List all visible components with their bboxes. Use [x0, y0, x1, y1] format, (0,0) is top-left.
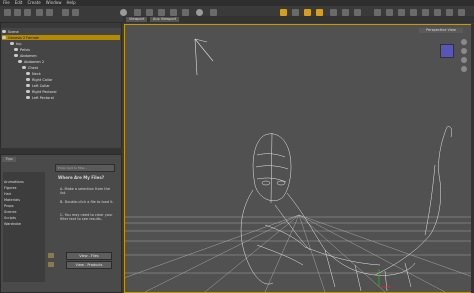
node-select-icon[interactable]: [292, 9, 299, 16]
list-item[interactable]: Props: [4, 204, 14, 208]
frame-icon[interactable]: [330, 9, 337, 16]
folder-icon: [48, 253, 54, 258]
orbit-icon[interactable]: [461, 48, 467, 54]
reset-view-icon[interactable]: [461, 66, 467, 72]
visibility-eye-icon[interactable]: [14, 48, 18, 51]
pan-icon[interactable]: [461, 57, 467, 63]
view-files-button[interactable]: View - Files: [66, 252, 112, 260]
joint-icon[interactable]: [354, 9, 361, 16]
pointer-icon[interactable]: [304, 9, 311, 16]
search-placeholder: Enter text to filter...: [58, 166, 88, 170]
list-item[interactable]: Scenes: [4, 210, 17, 214]
ground-grid: [125, 214, 473, 292]
list-item[interactable]: Scripts: [4, 216, 16, 220]
active-pose-icon[interactable]: [280, 9, 287, 16]
scene-row[interactable]: Scene: [2, 29, 120, 34]
viewport-scene: [125, 38, 473, 292]
surface-icon[interactable]: [342, 9, 349, 16]
visibility-eye-icon[interactable]: [26, 78, 30, 81]
geometry-tool-icon[interactable]: [210, 9, 217, 16]
products-icon: [48, 262, 54, 267]
scene-row[interactable]: Abdomen: [14, 53, 132, 58]
visibility-eye-icon[interactable]: [26, 72, 30, 75]
scale-tool-icon[interactable]: [158, 9, 165, 16]
search-input[interactable]: Enter text to filter...: [55, 164, 115, 172]
scene-row[interactable]: Pelvis: [14, 47, 132, 52]
pose-tool-icon[interactable]: [120, 9, 127, 16]
light-tool-icon[interactable]: [196, 9, 203, 16]
zoom-tool-icon[interactable]: [386, 9, 393, 16]
rotate-tool-icon[interactable]: [134, 9, 141, 16]
library-hint-heading: Where Are My Files?: [58, 175, 105, 180]
target-icon[interactable]: [316, 9, 323, 16]
library-hint-step-c: C. You may need to clear your filter tex…: [60, 213, 113, 221]
render-icon[interactable]: [72, 9, 79, 16]
zoom-icon[interactable]: [461, 39, 467, 45]
camera-selector[interactable]: Perspective View: [419, 28, 463, 33]
scene-pane-header: [1, 23, 121, 28]
visibility-eye-icon[interactable]: [10, 42, 14, 45]
visibility-eye-icon[interactable]: [18, 60, 22, 63]
redo-icon[interactable]: [46, 9, 53, 16]
library-hint-step-b: B. Double-click a file to load it.: [60, 200, 114, 204]
orbit-tool-icon[interactable]: [398, 9, 405, 16]
library-hint-step-a: A. Make a selection from the list.: [60, 187, 110, 195]
visibility-eye-icon[interactable]: [26, 90, 30, 93]
open-icon[interactable]: [14, 9, 21, 16]
visibility-eye-icon[interactable]: [14, 54, 18, 57]
view-products-button[interactable]: View - Products: [66, 261, 112, 269]
list-item[interactable]: Animations: [4, 180, 24, 184]
save-icon[interactable]: [24, 9, 31, 16]
scene-row[interactable]: hip: [10, 41, 128, 46]
list-item[interactable]: Wardrobe: [4, 222, 21, 226]
visibility-eye-icon[interactable]: [26, 84, 30, 87]
list-item[interactable]: Figures: [4, 186, 17, 190]
scene-row[interactable]: Chest: [22, 65, 140, 70]
dolly-tool-icon[interactable]: [422, 9, 429, 16]
tab-tips[interactable]: Tips: [2, 157, 16, 162]
spot-render-icon[interactable]: [434, 9, 441, 16]
scene-row[interactable]: Abdomen 2: [18, 59, 136, 64]
pan-tool-icon[interactable]: [410, 9, 417, 16]
figure-wireframe[interactable]: [240, 126, 453, 292]
render-settings-icon[interactable]: [62, 9, 69, 16]
visibility-eye-icon[interactable]: [2, 36, 6, 39]
export-icon[interactable]: [458, 9, 465, 16]
list-item[interactable]: Hair: [4, 192, 11, 196]
tab-viewport[interactable]: Viewport: [126, 17, 148, 22]
new-scene-icon[interactable]: [4, 9, 11, 16]
tab-aux-viewport[interactable]: Aux Viewport: [150, 17, 180, 22]
list-item[interactable]: Materials: [4, 198, 20, 202]
visibility-eye-icon[interactable]: [26, 96, 30, 99]
view-tool-icon[interactable]: [374, 9, 381, 16]
camera-gizmo[interactable]: [194, 38, 214, 76]
scene-row-selected[interactable]: Genesis 2 Female: [2, 35, 120, 40]
undo-icon[interactable]: [36, 9, 43, 16]
universal-tool-icon[interactable]: [170, 9, 177, 16]
visibility-eye-icon[interactable]: [2, 30, 6, 33]
bridge-icon[interactable]: [446, 9, 453, 16]
navigation-cube[interactable]: [440, 44, 454, 58]
visibility-eye-icon[interactable]: [22, 66, 26, 69]
camera-tool-icon[interactable]: [182, 9, 189, 16]
3d-viewport[interactable]: [124, 24, 474, 293]
translate-tool-icon[interactable]: [146, 9, 153, 16]
